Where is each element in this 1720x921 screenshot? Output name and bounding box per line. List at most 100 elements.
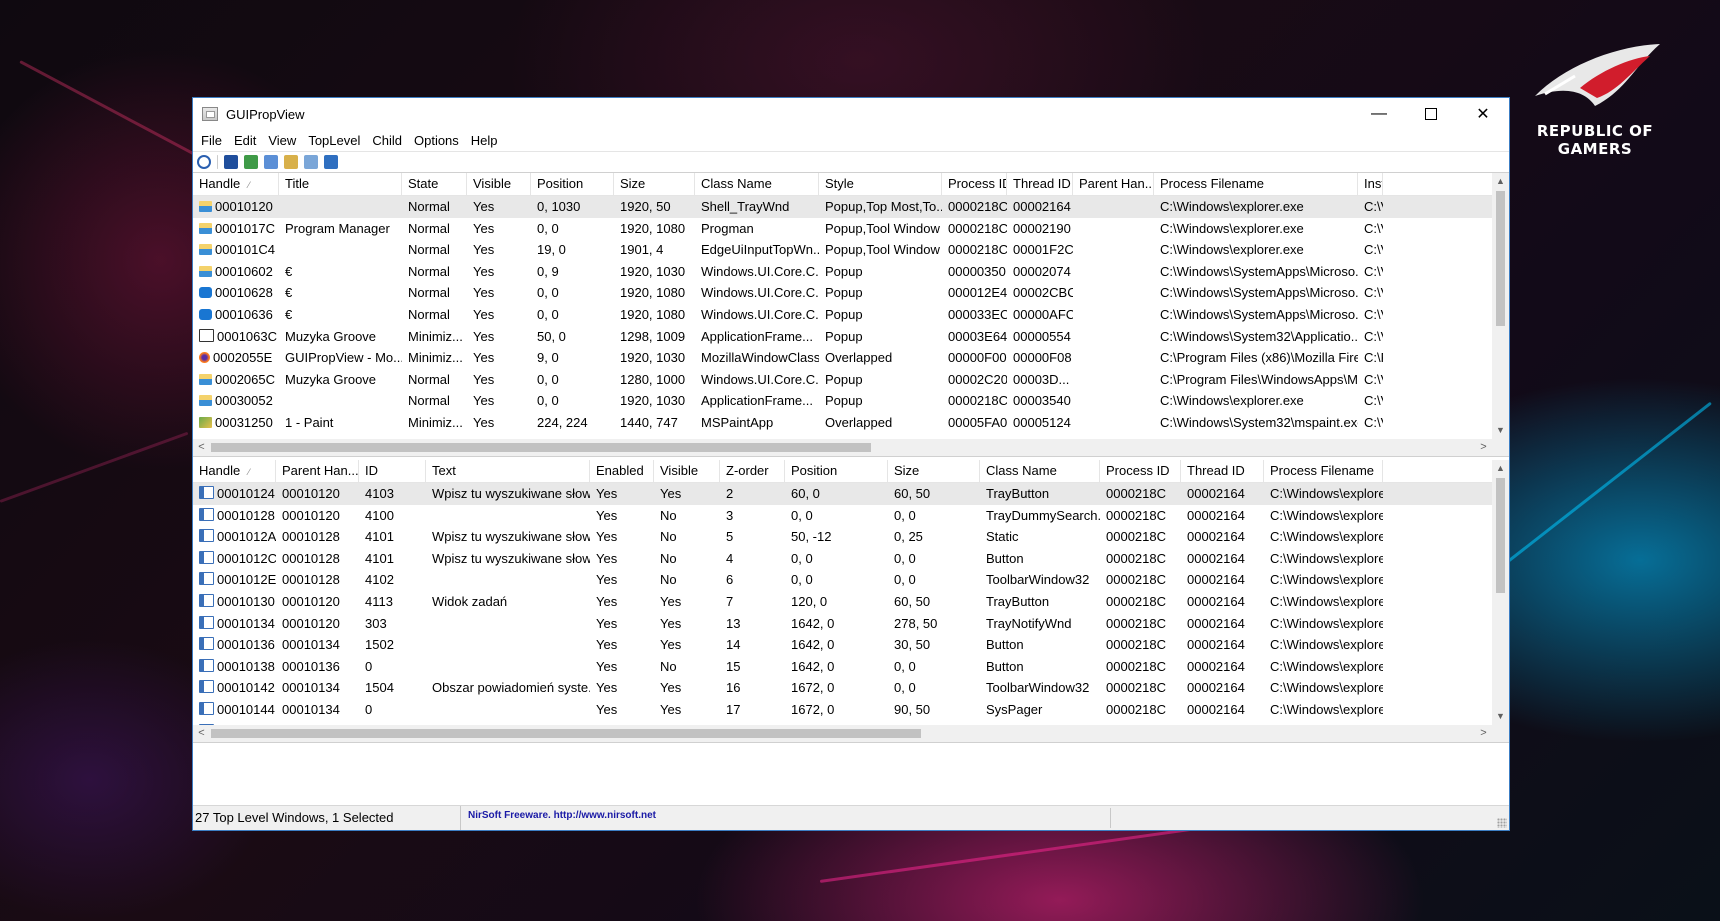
target-icon[interactable] bbox=[197, 155, 211, 169]
column-header-z-order[interactable]: Z-order bbox=[720, 460, 785, 482]
cell-text: 00002164 bbox=[1187, 529, 1245, 545]
title-bar[interactable]: GUIPropView — ✕ bbox=[193, 98, 1509, 130]
cell-text: C:\Windows\System32\mspaint.exe bbox=[1160, 415, 1358, 430]
find-icon[interactable] bbox=[304, 155, 318, 169]
properties-icon[interactable] bbox=[284, 155, 298, 169]
column-header-thread-id[interactable]: Thread ID bbox=[1007, 173, 1073, 195]
table-row[interactable]: 00030052 Normal Yes 0, 0 1920, 1030 Applicati… bbox=[193, 390, 1492, 412]
column-header-visible[interactable]: Visible bbox=[467, 173, 531, 195]
table-cell: TrayDummySearch... bbox=[980, 505, 1100, 527]
table-row[interactable]: 00010130 00010120 4113 Widok zadań Yes Yes 7 12… bbox=[193, 591, 1492, 613]
table-row[interactable]: 000101C4 Normal Yes 19, 0 1901, 4 EdgeUiInput… bbox=[193, 239, 1492, 261]
table-cell bbox=[1073, 412, 1154, 434]
scroll-thumb[interactable] bbox=[211, 729, 921, 738]
column-header-position[interactable]: Position bbox=[785, 460, 888, 482]
table-row[interactable]: 00010602 € Normal Yes 0, 9 1920, 1030 Windows.… bbox=[193, 261, 1492, 283]
table-row[interactable]: 0002055E GUIPropView - Mo... Minimiz... Yes… bbox=[193, 347, 1492, 369]
close-button[interactable]: ✕ bbox=[1457, 98, 1509, 130]
column-header-title[interactable]: Title bbox=[279, 173, 402, 195]
menu-toplevel[interactable]: TopLevel bbox=[302, 133, 366, 148]
scroll-thumb[interactable] bbox=[1496, 478, 1505, 593]
table-row[interactable]: 00010138 00010136 0 Yes No 15 1642, 0 0, 0 Butto… bbox=[193, 656, 1492, 678]
column-header-size[interactable]: Size bbox=[888, 460, 980, 482]
scroll-down-icon[interactable]: ▼ bbox=[1492, 708, 1509, 725]
menu-edit[interactable]: Edit bbox=[228, 133, 262, 148]
column-header-size[interactable]: Size bbox=[614, 173, 695, 195]
column-header-enabled[interactable]: Enabled bbox=[590, 460, 654, 482]
table-row[interactable]: 0002065C Muzyka Groove Normal Yes 0, 0 1280, … bbox=[193, 369, 1492, 391]
exit-icon[interactable] bbox=[324, 155, 338, 169]
column-header-handle[interactable]: Handle ⁄ bbox=[193, 460, 276, 482]
scroll-thumb[interactable] bbox=[1496, 191, 1505, 326]
column-header-class-name[interactable]: Class Name bbox=[980, 460, 1100, 482]
table-row[interactable]: 00010636 € Normal Yes 0, 0 1920, 1080 Windows.… bbox=[193, 304, 1492, 326]
table-row[interactable]: 0001012A 00010128 4101 Wpisz tu wyszukiwane… bbox=[193, 526, 1492, 548]
column-header-inst[interactable]: Inst bbox=[1358, 173, 1383, 195]
menu-file[interactable]: File bbox=[195, 133, 228, 148]
table-cell: 278, 50 bbox=[888, 613, 980, 635]
column-header-text[interactable]: Text bbox=[426, 460, 590, 482]
column-header-process-filename[interactable]: Process Filename bbox=[1264, 460, 1383, 482]
column-header-process-filename[interactable]: Process Filename bbox=[1154, 173, 1358, 195]
menu-options[interactable]: Options bbox=[408, 133, 465, 148]
nirsoft-link[interactable]: NirSoft Freeware. http://www.nirsoft.net bbox=[468, 810, 656, 821]
table-row[interactable]: 00010628 € Normal Yes 0, 0 1920, 1080 Windows.… bbox=[193, 282, 1492, 304]
table-row[interactable]: 00010120 Normal Yes 0, 1030 1920, 50 Shell_Tr… bbox=[193, 196, 1492, 218]
top-horizontal-scrollbar[interactable]: < > bbox=[193, 439, 1492, 456]
table-row[interactable]: 00010136 00010134 1502 Yes Yes 14 1642, 0 30, 5… bbox=[193, 634, 1492, 656]
cell-text: 0, 0 bbox=[537, 220, 559, 236]
table-row[interactable]: 0001017C Program Manager Normal Yes 0, 0 1920… bbox=[193, 218, 1492, 240]
copy-icon[interactable] bbox=[264, 155, 278, 169]
column-header-process-id[interactable]: Process ID bbox=[942, 173, 1007, 195]
menu-help[interactable]: Help bbox=[465, 133, 504, 148]
refresh-icon[interactable] bbox=[244, 155, 258, 169]
table-row[interactable]: 0001012E 00010128 4102 Yes No 6 0, 0 0, 0 Toolba… bbox=[193, 569, 1492, 591]
menu-view[interactable]: View bbox=[262, 133, 302, 148]
table-cell: 1298, 1009 bbox=[614, 326, 695, 348]
cell-text: Popup bbox=[825, 371, 863, 387]
resize-grip-icon[interactable] bbox=[1497, 818, 1507, 828]
column-header-class-name[interactable]: Class Name bbox=[695, 173, 819, 195]
table-row[interactable]: 00010134 00010120 303 Yes Yes 13 1642, 0 278, 5… bbox=[193, 613, 1492, 635]
column-header-label: Process Filename bbox=[1160, 176, 1265, 191]
column-header-visible[interactable]: Visible bbox=[654, 460, 720, 482]
scroll-thumb[interactable] bbox=[211, 443, 871, 452]
child-vertical-scrollbar[interactable]: ▲ ▼ bbox=[1492, 460, 1509, 725]
column-header-process-id[interactable]: Process ID bbox=[1100, 460, 1181, 482]
maximize-button[interactable] bbox=[1405, 98, 1457, 130]
scroll-left-icon[interactable]: < bbox=[193, 725, 210, 742]
column-header-style[interactable]: Style bbox=[819, 173, 942, 195]
child-windows-list[interactable]: Handle ⁄ Parent Han... ID Text Enabled Visible… bbox=[193, 460, 1509, 743]
scroll-up-icon[interactable]: ▲ bbox=[1492, 173, 1509, 190]
table-cell bbox=[1073, 218, 1154, 240]
menu-child[interactable]: Child bbox=[366, 133, 408, 148]
cell-text: C:\P bbox=[1364, 350, 1383, 366]
minimize-button[interactable]: — bbox=[1353, 98, 1405, 130]
table-row[interactable]: 00031250 1 - Paint Minimiz... Yes 224, 224 14… bbox=[193, 412, 1492, 434]
scroll-left-icon[interactable]: < bbox=[193, 439, 210, 456]
scroll-down-icon[interactable]: ▼ bbox=[1492, 422, 1509, 439]
table-row[interactable]: 00010128 00010120 4100 Yes No 3 0, 0 0, 0 TrayDu… bbox=[193, 505, 1492, 527]
table-row[interactable]: 00010142 00010134 1504 Obszar powiadomień s… bbox=[193, 677, 1492, 699]
scroll-right-icon[interactable]: > bbox=[1475, 725, 1492, 742]
table-row[interactable]: 0001063C Muzyka Groove Minimiz... Yes 50, 0 1… bbox=[193, 326, 1492, 348]
cell-text: TrayButton bbox=[986, 486, 1050, 501]
save-icon[interactable] bbox=[224, 155, 238, 169]
column-header-handle[interactable]: Handle ⁄ bbox=[193, 173, 279, 195]
table-row[interactable]: 00010144 00010134 0 Yes Yes 17 1672, 0 90, 50 Sy… bbox=[193, 699, 1492, 721]
table-row[interactable]: 0001012C 00010128 4101 Wpisz tu wyszukiwane… bbox=[193, 548, 1492, 570]
scroll-up-icon[interactable]: ▲ bbox=[1492, 460, 1509, 477]
column-header-parent-han[interactable]: Parent Han... bbox=[1073, 173, 1154, 195]
column-header-position[interactable]: Position bbox=[531, 173, 614, 195]
column-header-id[interactable]: ID bbox=[359, 460, 426, 482]
table-cell: Yes bbox=[590, 699, 654, 721]
column-header-label: Enabled bbox=[596, 463, 644, 478]
column-header-state[interactable]: State bbox=[402, 173, 467, 195]
top-level-windows-list[interactable]: Handle ⁄ Title State Visible Position Size Clas… bbox=[193, 173, 1509, 457]
scroll-right-icon[interactable]: > bbox=[1475, 439, 1492, 456]
table-row[interactable]: 00010124 00010120 4103 Wpisz tu wyszukiwane… bbox=[193, 483, 1492, 505]
column-header-parent-han[interactable]: Parent Han... bbox=[276, 460, 359, 482]
top-vertical-scrollbar[interactable]: ▲ ▼ bbox=[1492, 173, 1509, 439]
child-horizontal-scrollbar[interactable]: < > bbox=[193, 725, 1492, 742]
column-header-thread-id[interactable]: Thread ID bbox=[1181, 460, 1264, 482]
